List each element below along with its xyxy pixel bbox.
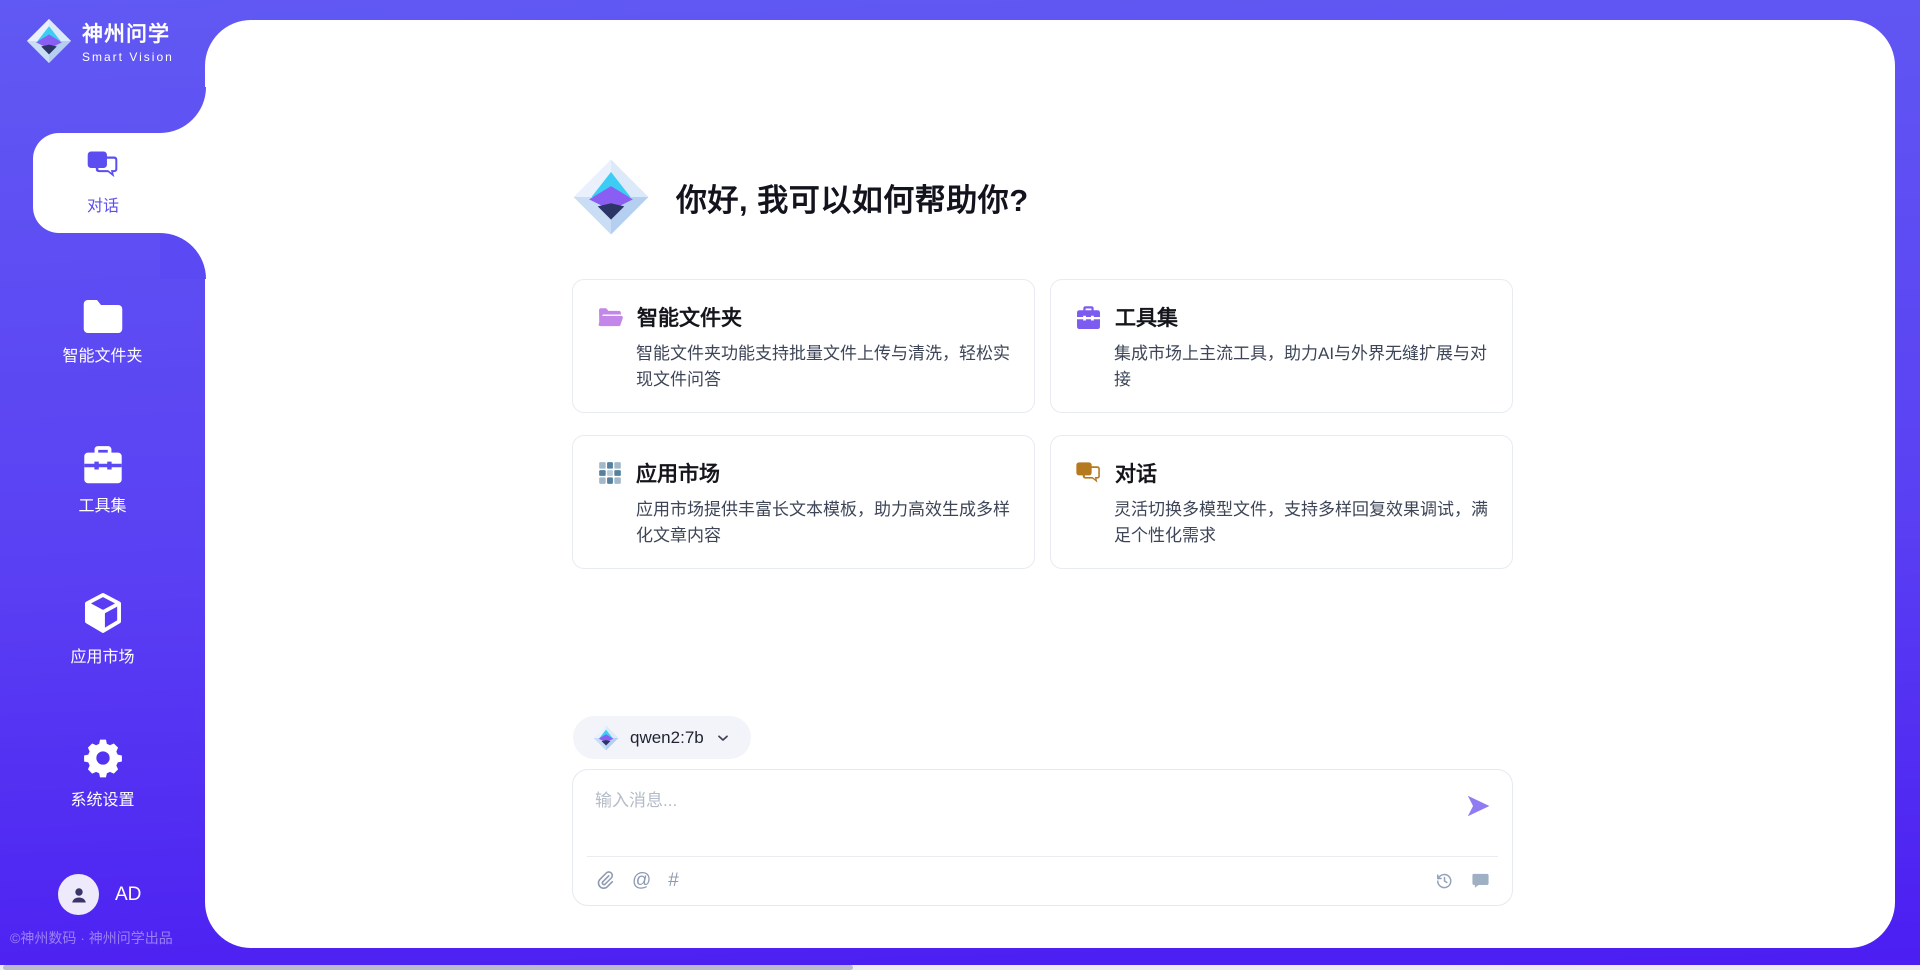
horizontal-scrollbar[interactable]: [0, 965, 1920, 970]
grid-icon: [597, 460, 623, 486]
card-smart-folder[interactable]: 智能文件夹 智能文件夹功能支持批量文件上传与清洗，轻松实现文件问答: [572, 279, 1035, 413]
sidebar-item-settings[interactable]: 系统设置: [0, 737, 205, 810]
chat-icon: [1075, 461, 1102, 485]
send-icon: [1465, 794, 1492, 818]
topic-icon[interactable]: #: [668, 871, 679, 890]
sidebar-item-folders[interactable]: 智能文件夹: [0, 298, 205, 366]
user-profile[interactable]: AD: [58, 874, 141, 915]
sidebar-active-notch-bottom: [160, 233, 206, 279]
feature-cards: 智能文件夹 智能文件夹功能支持批量文件上传与清洗，轻松实现文件问答 工具集 集成…: [572, 279, 1513, 569]
card-title: 智能文件夹: [637, 302, 742, 332]
send-button[interactable]: [1465, 794, 1492, 818]
brand-name: 神州问学: [82, 18, 174, 48]
sidebar-item-label: 系统设置: [0, 786, 205, 810]
diamond-logo-icon: [593, 725, 619, 751]
model-name: qwen2:7b: [630, 728, 704, 748]
mention-icon[interactable]: @: [632, 871, 651, 890]
sidebar-item-label: 对话: [33, 192, 173, 216]
chat-bubble-icon[interactable]: [1471, 872, 1490, 890]
composer-divider: [587, 856, 1498, 857]
sidebar-item-label: 智能文件夹: [0, 342, 205, 366]
card-description: 集成市场上主流工具，助力AI与外界无缝扩展与对接: [1114, 341, 1488, 392]
card-toolset[interactable]: 工具集 集成市场上主流工具，助力AI与外界无缝扩展与对接: [1050, 279, 1513, 413]
gear-icon: [82, 749, 124, 766]
brand-subtitle: Smart Vision: [82, 50, 174, 64]
folder-open-icon: [597, 306, 624, 329]
chevron-down-icon: [715, 730, 731, 746]
greeting-text: 你好, 我可以如何帮助你?: [676, 175, 1029, 220]
message-input[interactable]: 输入消息...: [595, 786, 677, 811]
avatar: [58, 874, 99, 915]
sidebar-item-market[interactable]: 应用市场: [0, 590, 205, 667]
person-icon: [67, 883, 91, 907]
card-title: 应用市场: [636, 458, 720, 488]
sidebar-active-notch-top: [160, 87, 206, 133]
greeting: 你好, 我可以如何帮助你?: [572, 158, 1029, 236]
history-icon[interactable]: [1435, 871, 1454, 890]
user-initials: AD: [115, 884, 141, 906]
paperclip-icon[interactable]: [595, 869, 615, 891]
card-app-market[interactable]: 应用市场 应用市场提供丰富长文本模板，助力高效生成多样化文章内容: [572, 435, 1035, 569]
sidebar-item-chat[interactable]: 对话: [33, 133, 215, 233]
message-composer: 输入消息... @ #: [572, 769, 1513, 906]
toolbox-icon: [1075, 305, 1102, 330]
sidebar-item-tools[interactable]: 工具集: [0, 444, 205, 516]
card-title: 工具集: [1115, 302, 1178, 332]
card-title: 对话: [1115, 458, 1157, 488]
card-description: 应用市场提供丰富长文本模板，助力高效生成多样化文章内容: [636, 497, 1010, 548]
model-selector[interactable]: qwen2:7b: [573, 716, 751, 759]
brand-logo-icon: [26, 18, 72, 64]
sidebar-item-label: 应用市场: [0, 643, 205, 667]
brand: 神州问学 Smart Vision: [26, 18, 174, 64]
sidebar-footer: ©神州数码 · 神州问学出品: [10, 928, 210, 948]
cube-icon: [80, 604, 126, 621]
chat-icon: [33, 150, 173, 185]
card-description: 智能文件夹功能支持批量文件上传与清洗，轻松实现文件问答: [636, 341, 1010, 392]
card-description: 灵活切换多模型文件，支持多样回复效果调试，满足个性化需求: [1114, 497, 1488, 548]
assistant-logo-icon: [572, 158, 650, 236]
folder-icon: [81, 308, 125, 325]
card-chat[interactable]: 对话 灵活切换多模型文件，支持多样回复效果调试，满足个性化需求: [1050, 435, 1513, 569]
sidebar-item-label: 工具集: [0, 492, 205, 516]
app-root: 神州问学 Smart Vision 对话: [0, 0, 1920, 970]
toolbox-icon: [81, 456, 125, 473]
scrollbar-thumb[interactable]: [3, 965, 853, 970]
